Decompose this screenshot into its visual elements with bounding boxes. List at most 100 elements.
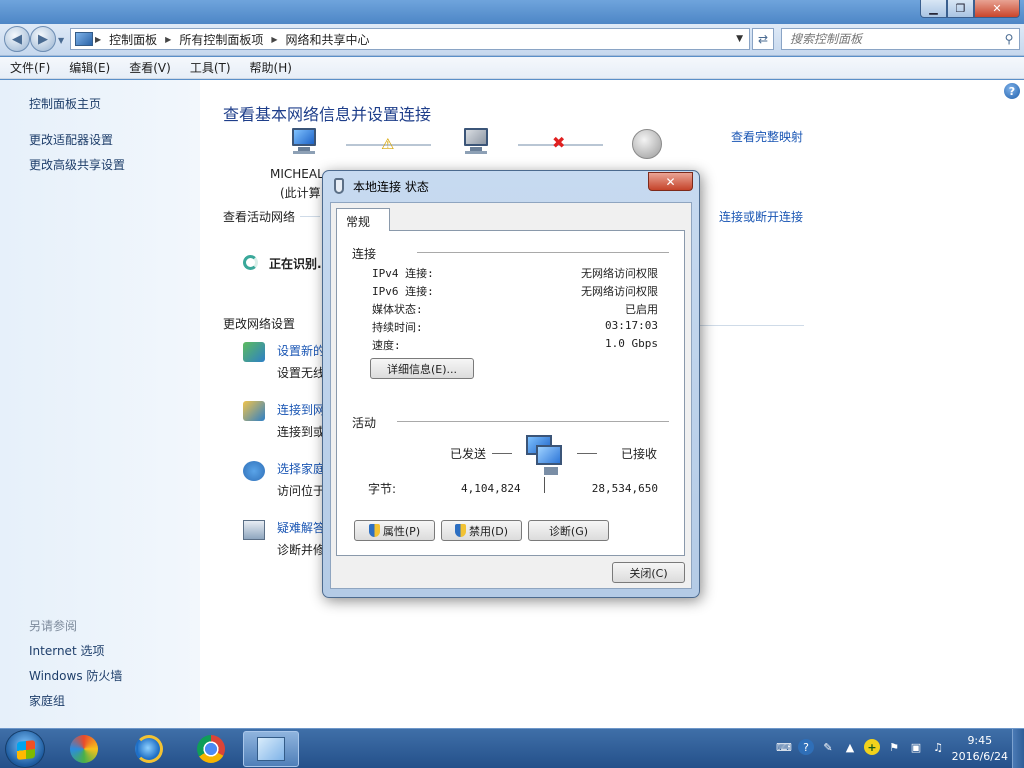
add-icon[interactable]: + (864, 739, 880, 755)
menu-edit[interactable]: 编辑(E) (59, 59, 119, 76)
menu-help[interactable]: 帮助(H) (240, 59, 301, 76)
minimize-button[interactable]: ▁ (920, 0, 947, 18)
sent-label: 已发送 (450, 447, 487, 461)
properties-button[interactable]: 属性(P) (354, 520, 435, 541)
menu-tools[interactable]: 工具(T) (180, 59, 240, 76)
local-connection-status-dialog: 本地连接 状态 ✕ 常规 连接 IPv4 连接: 无网络访问权限 IPv6 连接… (322, 170, 700, 598)
taskbar-control-panel[interactable] (243, 731, 299, 767)
window-titlebar: ▁ ❐ ✕ (0, 0, 1024, 24)
sidebar-item-internet-options[interactable]: Internet 选项 (29, 642, 104, 659)
taskbar: ⌨ ? ✎ ▲ + ⚑ ▣ ♫ 9:45 2016/6/24 (0, 728, 1024, 768)
warning-icon: ⚠ (381, 135, 395, 153)
windows-logo-icon (17, 740, 35, 760)
tab-panel-general: 连接 IPv4 连接: 无网络访问权限 IPv6 连接: 无网络访问权限 媒体状… (336, 230, 685, 556)
help-icon[interactable]: ? (1004, 83, 1020, 99)
task-description: 诊断并修 (277, 543, 326, 557)
task-description: 设置无线 (277, 366, 326, 380)
help-tray-icon[interactable]: ? (798, 739, 814, 755)
control-panel-icon (75, 32, 93, 46)
ipv6-label: IPv6 连接: (372, 285, 434, 298)
keyboard-icon[interactable]: ⌨ (776, 739, 792, 755)
clock-date: 2016/6/24 (951, 750, 1008, 763)
control-panel-icon (257, 737, 285, 761)
search-box[interactable]: ⚲ (781, 28, 1020, 50)
bytes-received-value: 28,534,650 (591, 482, 658, 495)
sidebar-item-homegroup[interactable]: 家庭组 (29, 692, 65, 709)
forward-arrow-icon: ▶ (38, 31, 48, 47)
volume-icon[interactable]: ♫ (930, 739, 946, 755)
close-button[interactable]: ✕ (974, 0, 1020, 18)
computer-name-sub: (此计算 (280, 186, 321, 200)
disable-button[interactable]: 禁用(D) (441, 520, 522, 541)
media-state-label: 媒体状态: (372, 303, 423, 316)
breadcrumb-separator-icon: ▶ (271, 34, 278, 44)
task-title[interactable]: 选择家庭 (277, 460, 325, 477)
view-full-map-link[interactable]: 查看完整映射 (731, 128, 803, 145)
window-caption-buttons: ▁ ❐ ✕ (920, 0, 1020, 18)
computer-icon (288, 128, 320, 158)
connect-disconnect-link[interactable]: 连接或断开连接 (719, 208, 803, 225)
internet-globe-icon (632, 129, 662, 159)
details-button[interactable]: 详细信息(E)... (370, 358, 474, 379)
show-desktop-button[interactable] (1012, 729, 1024, 768)
uac-shield-icon (454, 524, 466, 537)
address-dropdown-icon[interactable]: ▼ (736, 34, 749, 44)
task-title[interactable]: 设置新的 (277, 342, 325, 359)
diagnose-button[interactable]: 诊断(G) (528, 520, 609, 541)
recent-pages-icon[interactable]: ▼ (58, 36, 64, 45)
address-bar[interactable]: ▶ 控制面板 ▶ 所有控制面板项 ▶ 网络和共享中心 ▼ (70, 28, 750, 50)
dialog-title: 本地连接 状态 (353, 180, 429, 194)
search-icon[interactable]: ⚲ (999, 32, 1019, 46)
task-description: 访问位于 (277, 484, 326, 498)
breadcrumb-control-panel[interactable]: 控制面板 (103, 31, 163, 48)
navigation-bar: ◀ ▶ ▼ ▶ 控制面板 ▶ 所有控制面板项 ▶ 网络和共享中心 ▼ ⇄ ⚲ (0, 24, 1024, 56)
forward-button[interactable]: ▶ (30, 26, 56, 52)
breadcrumb-all-items[interactable]: 所有控制面板项 (173, 31, 269, 48)
new-connection-icon (243, 342, 265, 362)
start-button[interactable] (5, 730, 45, 768)
disable-label: 禁用(D) (468, 524, 509, 538)
sidebar-item-advanced-sharing[interactable]: 更改高级共享设置 (29, 156, 125, 173)
task-pane: 控制面板主页 更改适配器设置 更改高级共享设置 另请参阅 Internet 选项… (0, 80, 200, 728)
menu-view[interactable]: 查看(V) (119, 59, 180, 76)
pen-icon[interactable]: ✎ (820, 739, 836, 755)
taskbar-chrome[interactable] (183, 731, 239, 767)
breadcrumb-network-center[interactable]: 网络和共享中心 (280, 31, 376, 48)
sidebar-item-firewall[interactable]: Windows 防火墙 (29, 667, 122, 684)
task-title[interactable]: 疑难解答 (277, 519, 325, 536)
speed-label: 速度: (372, 339, 401, 352)
action-center-flag-icon[interactable]: ⚑ (886, 739, 902, 755)
taskbar-internet-explorer[interactable] (121, 731, 177, 767)
back-button[interactable]: ◀ (4, 26, 30, 52)
properties-label: 属性(P) (382, 524, 421, 538)
maximize-button[interactable]: ❐ (947, 0, 974, 18)
received-label: 已接收 (621, 447, 658, 461)
clock-time: 9:45 (967, 734, 993, 747)
ipv4-value: 无网络访问权限 (581, 267, 658, 280)
app-launcher-icon (70, 735, 98, 763)
homegroup-icon (243, 461, 265, 481)
ipv6-value: 无网络访问权限 (581, 285, 658, 298)
connection-status-icon (334, 178, 344, 194)
task-description: 连接到或 (277, 425, 326, 439)
network-icon (460, 128, 492, 158)
page-title: 查看基本网络信息并设置连接 (223, 105, 432, 124)
task-title[interactable]: 连接到网 (277, 401, 325, 418)
dialog-ok-close-button[interactable]: 关闭(C) (612, 562, 685, 583)
bytes-sent-value: 4,104,824 (461, 482, 521, 495)
tab-general[interactable]: 常规 (336, 208, 390, 231)
taskbar-media-center[interactable] (56, 731, 112, 767)
show-hidden-icons[interactable]: ▲ (842, 739, 858, 755)
ipv4-label: IPv4 连接: (372, 267, 434, 280)
sidebar-item-control-panel-home[interactable]: 控制面板主页 (29, 95, 101, 112)
menu-file[interactable]: 文件(F) (0, 59, 59, 76)
change-settings-label: 更改网络设置 (223, 317, 296, 331)
refresh-button[interactable]: ⇄ (752, 28, 774, 50)
dialog-close-button[interactable]: ✕ (648, 172, 693, 191)
activity-group-title: 活动 (352, 416, 377, 430)
sidebar-item-adapter-settings[interactable]: 更改适配器设置 (29, 131, 113, 148)
menu-bar: 文件(F) 编辑(E) 查看(V) 工具(T) 帮助(H) (0, 57, 1024, 79)
network-tray-icon[interactable]: ▣ (908, 739, 924, 755)
search-input[interactable] (782, 32, 999, 46)
clock[interactable]: 9:45 2016/6/24 (952, 733, 1008, 765)
